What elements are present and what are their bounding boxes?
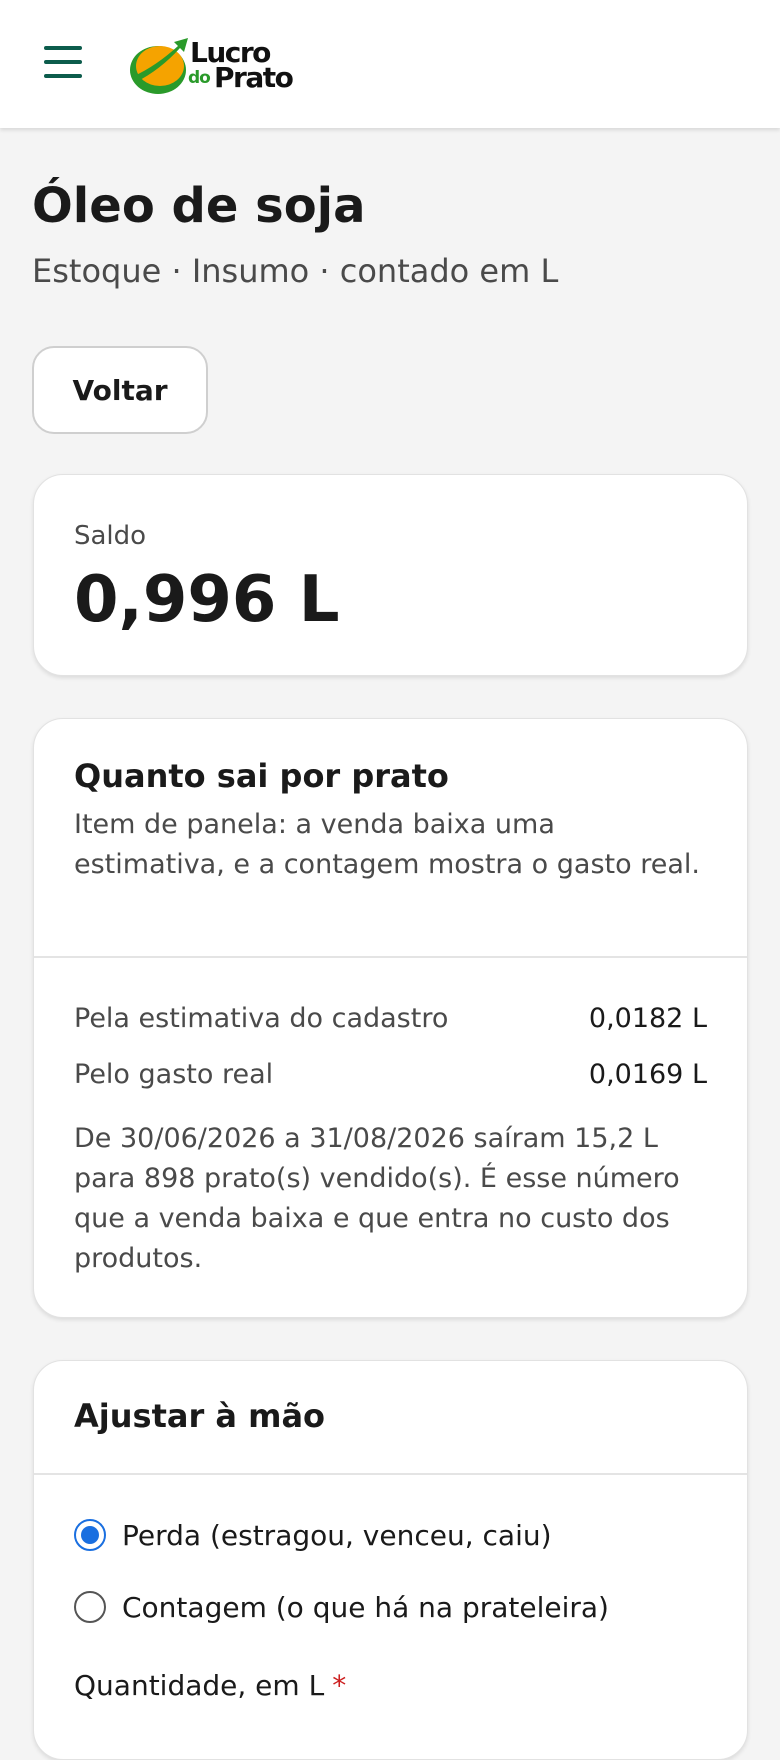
quantity-label-text: Quantidade, em L [74,1669,325,1702]
saldo-label: Saldo [74,521,147,551]
per-dish-note: De 30/06/2026 a 31/08/2026 saíram 15,2 L… [74,1123,680,1274]
quantity-label: Quantidade, em L * [74,1669,346,1702]
menu-icon[interactable] [44,46,82,80]
top-bar: Lucro do Prato [0,0,780,128]
per-dish-title: Quanto sai por prato [74,757,449,795]
logo-text-do: do [188,68,211,88]
per-dish-card: Quanto sai por prato Item de panela: a v… [33,718,748,1318]
page-title: Óleo de soja [32,178,366,234]
required-mark: * [332,1669,347,1702]
back-button[interactable]: Voltar [32,346,208,434]
manual-adjust-card: Ajustar à mão Perda (estragou, venceu, c… [33,1360,748,1760]
logo[interactable]: Lucro do Prato [128,36,308,96]
radio-option-loss[interactable]: Perda (estragou, venceu, caiu) [74,1515,552,1555]
page-subtitle: Estoque · Insumo · contado em L [32,252,559,290]
logo-text-prato: Prato [214,61,294,94]
real-usage-label: Pelo gasto real [74,1059,274,1090]
manual-adjust-title: Ajustar à mão [74,1397,326,1435]
radio-option-label: Contagem (o que há na prateleira) [122,1590,609,1624]
estimate-value: 0,0182 L [588,1003,707,1034]
radio-option-count[interactable]: Contagem (o que há na prateleira) [74,1587,609,1627]
radio-checked-icon[interactable] [74,1519,106,1551]
saldo-value: 0,996 L [74,563,340,637]
estimate-label: Pela estimativa do cadastro [74,1003,449,1034]
radio-unchecked-icon[interactable] [74,1591,106,1623]
divider [34,1473,747,1475]
real-usage-value: 0,0169 L [588,1059,707,1090]
saldo-card: Saldo 0,996 L [33,474,748,676]
divider [34,956,747,958]
per-dish-description: Item de panela: a venda baixa uma estima… [74,809,700,880]
radio-option-label: Perda (estragou, venceu, caiu) [122,1518,552,1552]
logo-mark-icon [130,38,188,94]
